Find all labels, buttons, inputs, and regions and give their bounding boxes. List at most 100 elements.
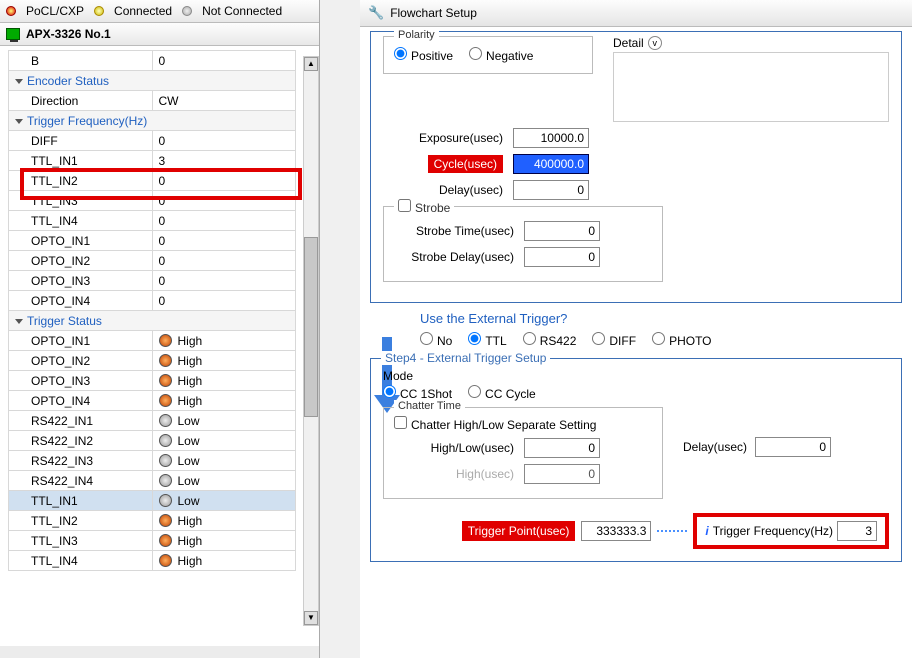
table-row[interactable]: TTL_IN30 <box>9 191 296 211</box>
table-row[interactable]: RS422_IN3Low <box>9 451 296 471</box>
info-icon: i <box>705 524 708 538</box>
trigger-point-input[interactable] <box>581 521 651 541</box>
right-panel: 🔧 Flowchart Setup Polarity Positive Nega… <box>360 0 912 658</box>
trigger-point-label: Trigger Point(usec) <box>462 521 576 541</box>
ext-photo-radio[interactable]: PHOTO <box>652 332 711 348</box>
expand-icon <box>15 319 23 324</box>
chatter-separate-checkbox[interactable]: Chatter High/Low Separate Setting <box>394 418 596 432</box>
cycle-row: Cycle(usec) <box>383 154 663 174</box>
legend-pocl: PoCL/CXP <box>26 4 84 18</box>
table-row[interactable]: RS422_IN1Low <box>9 411 296 431</box>
table-row[interactable]: OPTO_IN3High <box>9 371 296 391</box>
table-row[interactable]: TTL_IN40 <box>9 211 296 231</box>
wrench-icon: 🔧 <box>368 5 384 21</box>
status-led-icon <box>159 554 172 567</box>
detail-textarea[interactable] <box>613 52 889 122</box>
mode-cc1shot-radio[interactable]: CC 1Shot <box>383 385 452 401</box>
property-table: B0 Encoder Status DirectionCW Trigger Fr… <box>8 50 296 571</box>
scroll-up-icon[interactable]: ▲ <box>304 57 318 71</box>
chatter-time-group: Chatter Time Chatter High/Low Separate S… <box>383 407 663 499</box>
cycle-label: Cycle(usec) <box>428 155 503 173</box>
detail-label: Detail <box>613 36 644 50</box>
status-led-icon <box>159 394 172 407</box>
status-led-icon <box>159 514 172 527</box>
mode-group: Mode CC 1Shot CC Cycle <box>383 369 889 401</box>
table-row[interactable]: DIFF0 <box>9 131 296 151</box>
table-row[interactable]: OPTO_IN40 <box>9 291 296 311</box>
device-icon <box>6 28 20 40</box>
strobe-group: Strobe Strobe Time(usec) Strobe Delay(us… <box>383 206 663 282</box>
polarity-legend: Polarity <box>394 29 439 41</box>
status-led-icon <box>159 494 172 507</box>
table-row[interactable]: DirectionCW <box>9 91 296 111</box>
expand-icon <box>15 119 23 124</box>
left-panel: PoCL/CXP Connected Not Connected APX-332… <box>0 0 320 658</box>
legend-not-connected: Not Connected <box>202 4 282 18</box>
strobe-checkbox[interactable]: Strobe <box>398 201 450 215</box>
scroll-down-icon[interactable]: ▼ <box>304 611 318 625</box>
legend-bar: PoCL/CXP Connected Not Connected <box>0 0 319 23</box>
polarity-group: Polarity Positive Negative <box>383 36 593 74</box>
device-name: APX-3326 No.1 <box>26 27 111 41</box>
polarity-negative-radio[interactable]: Negative <box>469 47 533 63</box>
mode-cccycle-radio[interactable]: CC Cycle <box>468 385 536 401</box>
ext-diff-radio[interactable]: DIFF <box>592 332 636 348</box>
ext-rs422-radio[interactable]: RS422 <box>523 332 577 348</box>
delay2-row: Delay(usec) <box>683 437 831 457</box>
status-led-icon <box>159 414 172 427</box>
legend-connected: Connected <box>114 4 172 18</box>
expand-icon <box>15 79 23 84</box>
table-row[interactable]: OPTO_IN1High <box>9 331 296 351</box>
step4-legend: Step4 - External Trigger Setup <box>381 351 550 365</box>
property-tree: B0 Encoder Status DirectionCW Trigger Fr… <box>0 46 319 646</box>
status-led-icon <box>159 454 172 467</box>
chatter-high-input <box>524 464 600 484</box>
ext-ttl-radio[interactable]: TTL <box>468 332 506 348</box>
section-encoder-status[interactable]: Encoder Status <box>9 71 296 91</box>
table-row[interactable]: TTL_IN20 <box>9 171 296 191</box>
table-row[interactable]: OPTO_IN20 <box>9 251 296 271</box>
status-led-icon <box>159 334 172 347</box>
tree-scrollbar[interactable]: ▲ ▼ <box>303 56 319 626</box>
delay-input[interactable] <box>513 180 589 200</box>
table-row[interactable]: RS422_IN4Low <box>9 471 296 491</box>
table-row[interactable]: B0 <box>9 51 296 71</box>
table-row[interactable]: TTL_IN4High <box>9 551 296 571</box>
exposure-row: Exposure(usec) <box>383 128 663 148</box>
connected-icon <box>94 6 104 16</box>
status-led-icon <box>159 474 172 487</box>
strobe-delay-input[interactable] <box>524 247 600 267</box>
cc-setup-fieldset: Polarity Positive Negative Detail v <box>370 31 902 303</box>
table-row-ttl-in1[interactable]: TTL_IN13 <box>9 151 296 171</box>
table-row[interactable]: OPTO_IN2High <box>9 351 296 371</box>
table-row[interactable]: OPTO_IN30 <box>9 271 296 291</box>
trigger-frequency-input[interactable] <box>837 521 877 541</box>
device-header[interactable]: APX-3326 No.1 <box>0 23 319 46</box>
strobe-time-input[interactable] <box>524 221 600 241</box>
detail-dropdown-icon[interactable]: v <box>648 36 662 50</box>
table-row[interactable]: OPTO_IN10 <box>9 231 296 251</box>
section-trigger-frequency[interactable]: Trigger Frequency(Hz) <box>9 111 296 131</box>
cycle-input[interactable] <box>513 154 589 174</box>
ext-no-radio[interactable]: No <box>420 332 452 348</box>
status-led-icon <box>159 534 172 547</box>
pocl-cxp-icon <box>6 6 16 16</box>
step4-fieldset: Step4 - External Trigger Setup Mode CC 1… <box>370 358 902 562</box>
polarity-positive-radio[interactable]: Positive <box>394 47 453 63</box>
table-row[interactable]: TTL_IN2High <box>9 511 296 531</box>
dotted-connector-icon <box>657 530 687 532</box>
table-row[interactable]: TTL_IN3High <box>9 531 296 551</box>
status-led-icon <box>159 354 172 367</box>
not-connected-icon <box>182 6 192 16</box>
section-trigger-status[interactable]: Trigger Status <box>9 311 296 331</box>
exposure-input[interactable] <box>513 128 589 148</box>
scroll-thumb[interactable] <box>304 237 318 417</box>
chatter-highlow-input[interactable] <box>524 438 600 458</box>
delay2-input[interactable] <box>755 437 831 457</box>
trigger-frequency-highlight: i Trigger Frequency(Hz) <box>693 513 889 549</box>
table-row[interactable]: OPTO_IN4High <box>9 391 296 411</box>
external-trigger-question: Use the External Trigger? <box>420 311 912 326</box>
table-row-selected[interactable]: TTL_IN1Low <box>9 491 296 511</box>
table-row[interactable]: RS422_IN2Low <box>9 431 296 451</box>
status-led-icon <box>159 434 172 447</box>
